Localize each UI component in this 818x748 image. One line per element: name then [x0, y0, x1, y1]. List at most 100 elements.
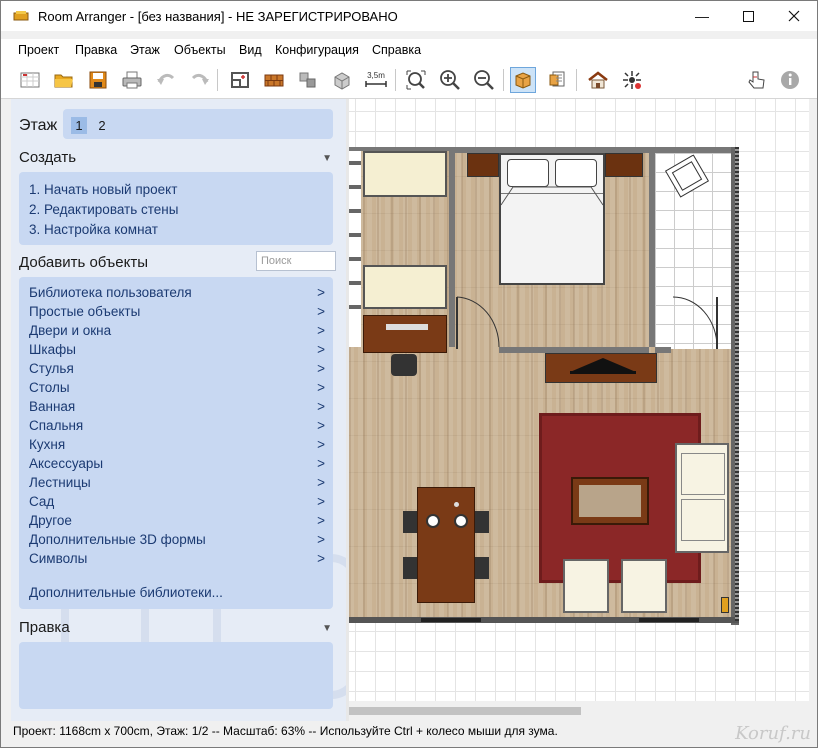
add-wall-button[interactable] — [261, 67, 287, 93]
library-item-bedroom[interactable]: Спальня > — [29, 418, 325, 437]
toolbar-separator — [576, 69, 577, 91]
scrollbar-thumb[interactable] — [349, 707, 581, 715]
step-edit-walls[interactable]: 2. Редактировать стены — [29, 202, 178, 217]
library-item-3d-shapes[interactable]: Дополнительные 3D формы > — [29, 532, 325, 551]
undo-icon — [157, 73, 175, 85]
library-item-chairs[interactable]: Стулья > — [29, 361, 325, 380]
double-bed[interactable] — [499, 153, 605, 285]
more-libraries-link[interactable]: Дополнительные библиотеки... — [29, 585, 223, 600]
dining-chair[interactable] — [475, 511, 489, 533]
open-folder-icon — [54, 74, 73, 88]
create-section-title[interactable]: Создать — [19, 149, 76, 166]
maximize-icon — [742, 10, 754, 22]
menu-objects[interactable]: Объекты — [174, 43, 226, 57]
undo-button[interactable] — [153, 67, 179, 93]
horizontal-scrollbar[interactable] — [349, 701, 809, 721]
edit-section-title[interactable]: Правка — [19, 619, 70, 636]
view-list-button[interactable] — [544, 67, 570, 93]
armchair[interactable] — [621, 559, 667, 613]
library-item-tables[interactable]: Столы > — [29, 380, 325, 399]
floor-2-tab[interactable]: 2 — [94, 117, 110, 134]
vertical-scrollbar[interactable] — [809, 99, 817, 721]
floor-1-tab[interactable]: 1 — [71, 117, 87, 134]
window-bottom — [421, 618, 481, 622]
library-item-user-library[interactable]: Библиотека пользователя > — [29, 285, 325, 304]
measure-button[interactable]: 3,5m — [363, 67, 389, 93]
window-title: Room Arranger - [без названия] - НЕ ЗАРЕ… — [38, 9, 398, 24]
open-button[interactable] — [51, 67, 77, 93]
dining-chair[interactable] — [403, 511, 417, 533]
chevron-right-icon: > — [317, 304, 325, 319]
3d-house-button[interactable] — [585, 67, 611, 93]
minimize-button[interactable]: — — [679, 1, 725, 31]
menu-configuration[interactable]: Конфигурация — [275, 43, 359, 57]
print-button[interactable] — [119, 67, 145, 93]
chevron-right-icon: > — [317, 475, 325, 490]
select-objects-button[interactable] — [295, 67, 321, 93]
tv-console[interactable] — [545, 353, 657, 383]
library-item-simple-objects[interactable]: Простые объекты > — [29, 304, 325, 323]
maximize-button[interactable] — [725, 1, 771, 31]
view-2d-button[interactable] — [510, 67, 536, 93]
chevron-right-icon: > — [317, 418, 325, 433]
side-panel: Этаж 1 2 Создать ▼ 1. Начать новый проек… — [11, 99, 346, 721]
zoom-in-button[interactable] — [437, 67, 463, 93]
save-button[interactable] — [85, 67, 111, 93]
wardrobe[interactable] — [363, 151, 447, 197]
armchair[interactable] — [661, 155, 715, 201]
chevron-right-icon: > — [317, 551, 325, 566]
nightstand[interactable] — [605, 153, 643, 177]
armchair[interactable] — [563, 559, 609, 613]
library-item-bathroom[interactable]: Ванная > — [29, 399, 325, 418]
bedroom-door[interactable] — [455, 295, 501, 351]
floor-lamp[interactable] — [721, 597, 729, 613]
library-item-kitchen[interactable]: Кухня > — [29, 437, 325, 456]
library-item-stairs[interactable]: Лестницы > — [29, 475, 325, 494]
3d-objects-icon — [334, 72, 350, 90]
lighting-button[interactable] — [619, 67, 645, 93]
zoom-in-icon — [440, 70, 460, 90]
menu-floor[interactable]: Этаж — [130, 43, 160, 57]
library-item-cabinets[interactable]: Шкафы > — [29, 342, 325, 361]
info-button[interactable] — [777, 67, 803, 93]
bathroom-door[interactable] — [671, 295, 719, 351]
redo-button[interactable] — [187, 67, 213, 93]
edit-box — [19, 642, 333, 709]
hand-pointer-button[interactable] — [743, 67, 769, 93]
close-button[interactable] — [771, 1, 817, 31]
library-item-garden[interactable]: Сад > — [29, 494, 325, 513]
nightstand[interactable] — [467, 153, 499, 177]
new-project-button[interactable] — [17, 67, 43, 93]
dining-chair[interactable] — [475, 557, 489, 579]
library-item-doors-windows[interactable]: Двери и окна > — [29, 323, 325, 342]
add-room-button[interactable] — [227, 67, 253, 93]
menu-view[interactable]: Вид — [239, 43, 262, 57]
zoom-fit-button[interactable] — [403, 67, 429, 93]
step-new-project[interactable]: 1. Начать новый проект — [29, 182, 177, 197]
menu-edit[interactable]: Правка — [75, 43, 117, 57]
step-room-settings[interactable]: 3. Настройка комнат — [29, 222, 158, 237]
dining-chair[interactable] — [403, 557, 417, 579]
sofa[interactable] — [675, 443, 729, 553]
chevron-right-icon: > — [317, 285, 325, 300]
wardrobe[interactable] — [363, 265, 447, 309]
dining-table[interactable] — [417, 487, 475, 603]
coffee-table[interactable] — [571, 477, 649, 525]
chevron-down-icon[interactable]: ▼ — [322, 623, 332, 634]
chevron-right-icon: > — [317, 513, 325, 528]
office-chair[interactable] — [391, 354, 417, 376]
library-item-other[interactable]: Другое > — [29, 513, 325, 532]
3d-objects-button[interactable] — [329, 67, 355, 93]
closet-hangers — [349, 159, 361, 309]
library-item-accessories[interactable]: Аксессуары > — [29, 456, 325, 475]
redo-icon — [191, 73, 209, 85]
library-item-symbols[interactable]: Символы > — [29, 551, 325, 570]
search-input[interactable]: Поиск — [256, 251, 336, 271]
desk[interactable] — [363, 315, 447, 353]
menu-project[interactable]: Проект — [18, 43, 59, 57]
zoom-out-button[interactable] — [471, 67, 497, 93]
floor-label: Этаж — [19, 117, 58, 134]
floor-plan-canvas[interactable] — [349, 99, 809, 721]
chevron-down-icon[interactable]: ▼ — [322, 153, 332, 164]
menu-help[interactable]: Справка — [372, 43, 421, 57]
